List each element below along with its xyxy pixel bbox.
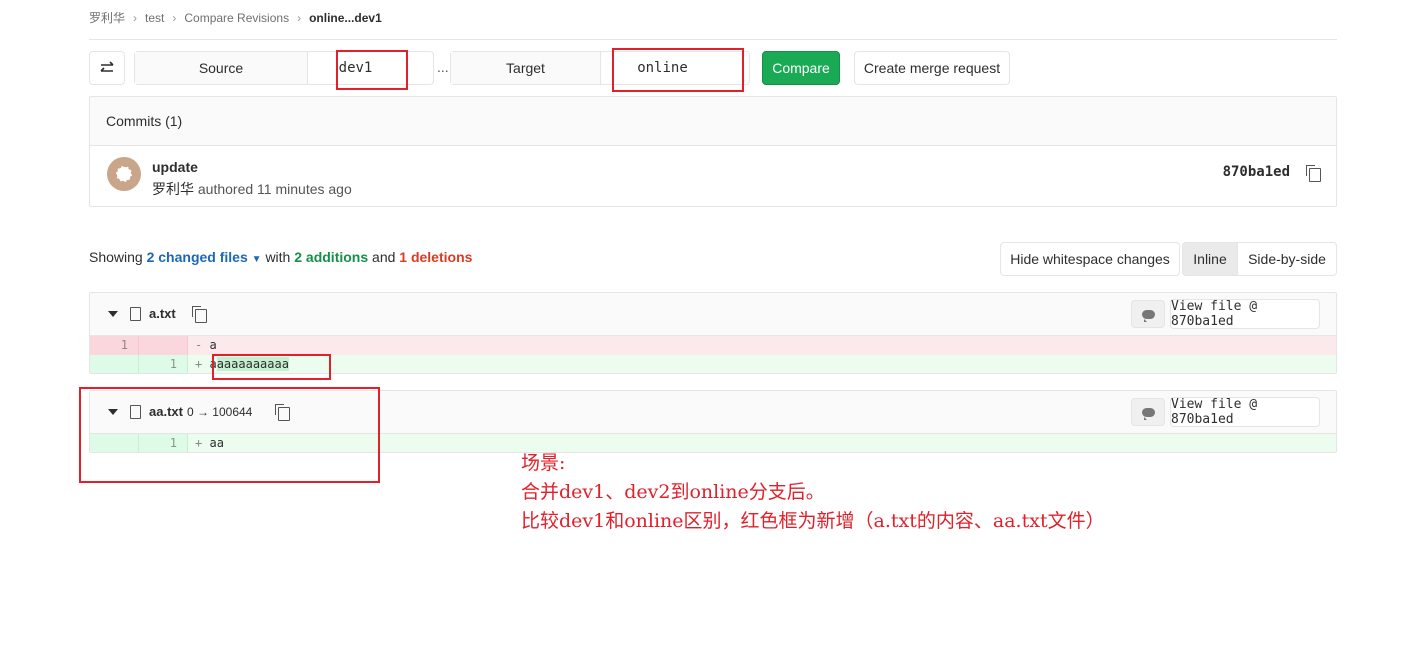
file-header: a.txt View file @ 870ba1ed [90, 293, 1336, 336]
deletions-count: 1 deletions [399, 249, 473, 265]
breadcrumb-project[interactable]: test [145, 11, 164, 25]
breadcrumb-section[interactable]: Compare Revisions [184, 11, 289, 25]
commit-meta: 罗利华 authored 11 minutes ago [152, 179, 352, 199]
summary-with: with [265, 249, 291, 265]
comment-icon [1141, 407, 1155, 420]
diff-line-removed: 1 - a [90, 336, 1336, 355]
commits-panel: Commits (1) update 罗利华 authored 11 minut… [89, 96, 1337, 207]
file-name-text: a.txt [149, 306, 176, 321]
annotation-line-3: 比较dev1和online区别，红色框为新增（a.txt的内容、aa.txt文件… [521, 510, 1105, 532]
revision-separator: ... [437, 59, 449, 75]
new-file-highlight-box [79, 387, 380, 483]
diff-summary: Showing 2 changed files ▼ with 2 additio… [89, 249, 472, 265]
file-name[interactable]: a.txt [149, 306, 176, 321]
commit-time: authored 11 minutes ago [197, 181, 352, 197]
breadcrumb-current[interactable]: online...dev1 [309, 11, 382, 25]
side-by-side-view-button[interactable]: Side-by-side [1237, 242, 1337, 276]
inline-view-button[interactable]: Inline [1182, 242, 1238, 276]
target-label: Target [451, 52, 601, 84]
diff-marker: + [195, 357, 203, 371]
chevron-right-icon: › [297, 10, 302, 25]
file-icon [130, 307, 141, 321]
avatar[interactable] [107, 157, 141, 191]
chevron-right-icon: › [133, 10, 138, 25]
commit-title[interactable]: update [152, 159, 198, 175]
view-file-button[interactable]: View file @ 870ba1ed [1170, 397, 1320, 427]
breadcrumb-owner[interactable]: 罗利华 [89, 9, 125, 26]
copy-icon[interactable] [192, 306, 207, 323]
old-line-number[interactable] [90, 355, 139, 373]
commit-author[interactable]: 罗利华 [152, 181, 194, 197]
added-content-highlight-box [212, 354, 331, 380]
swap-icon [100, 61, 114, 72]
line-content: - a [188, 336, 1336, 355]
old-line-number[interactable]: 1 [90, 336, 139, 355]
commit-sha[interactable]: 870ba1ed [1223, 164, 1290, 180]
diff-marker: - [195, 338, 203, 352]
line-content: + aaaaaaaaaaa [188, 355, 1336, 373]
breadcrumb: 罗利华 › test › Compare Revisions › online.… [89, 9, 382, 26]
changed-files-label: 2 changed files [146, 249, 248, 265]
line-text: a [209, 338, 217, 352]
chevron-right-icon: › [172, 10, 177, 25]
additions-count: 2 additions [294, 249, 369, 265]
caret-down-icon: ▼ [251, 254, 262, 265]
source-label: Source [135, 52, 308, 84]
target-highlight-box [612, 48, 744, 92]
annotation-note: 场景: 合并dev1、dev2到online分支后。 比较dev1和online… [521, 449, 1105, 536]
divider [89, 39, 1337, 40]
create-merge-request-button[interactable]: Create merge request [854, 51, 1010, 85]
view-file-button[interactable]: View file @ 870ba1ed [1170, 299, 1320, 329]
source-highlight-box [336, 50, 408, 90]
new-line-number[interactable] [139, 336, 188, 355]
annotation-line-2: 合并dev1、dev2到online分支后。 [521, 481, 825, 503]
summary-and: and [372, 249, 396, 265]
changed-files-dropdown[interactable]: 2 changed files ▼ [147, 249, 262, 265]
collapse-caret-icon[interactable] [108, 311, 118, 317]
summary-showing: Showing [89, 249, 143, 265]
swap-revisions-button[interactable] [89, 51, 125, 85]
comment-button[interactable] [1131, 398, 1165, 426]
hide-whitespace-button[interactable]: Hide whitespace changes [1000, 242, 1180, 276]
comment-button[interactable] [1131, 300, 1165, 328]
compare-button[interactable]: Compare [762, 51, 840, 85]
new-line-number[interactable]: 1 [139, 355, 188, 373]
commits-header: Commits (1) [90, 97, 1336, 146]
comment-icon [1141, 309, 1155, 322]
annotation-line-1: 场景: [521, 452, 566, 474]
copy-icon[interactable] [1306, 165, 1321, 182]
